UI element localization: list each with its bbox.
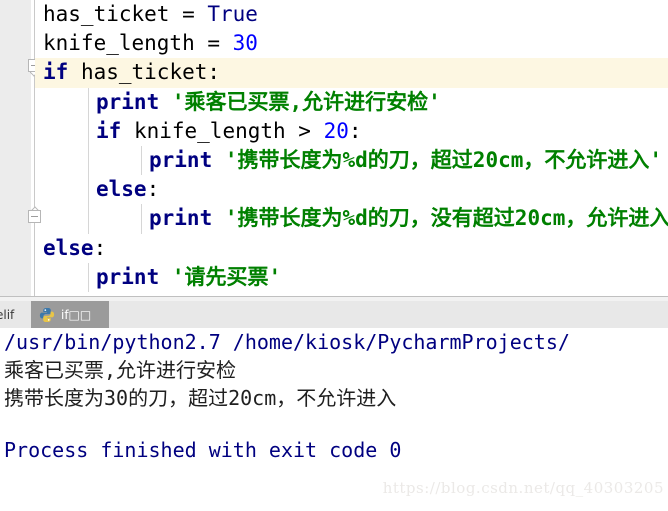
- run-console-panel[interactable]: /usr/bin/python2.7 /home/kiosk/PycharmPr…: [0, 328, 668, 511]
- code-token-kw: if: [43, 60, 69, 85]
- code-token-plain: :: [146, 177, 160, 202]
- code-line-text: else:: [43, 234, 106, 263]
- editor-gutter[interactable]: [0, 0, 31, 296]
- code-line[interactable]: else:: [35, 175, 668, 204]
- code-token-str: '携带长度为%d的刀，没有超过20cm，允许进入': [224, 206, 668, 231]
- code-line[interactable]: has_ticket = True: [35, 0, 668, 29]
- console-command-line: /usr/bin/python2.7 /home/kiosk/PycharmPr…: [4, 330, 570, 354]
- code-token-kw: else: [96, 177, 147, 202]
- code-token-str: '乘客已买票,允许进行安检': [171, 89, 441, 114]
- code-line-text: if knife_length > 20:: [96, 117, 362, 146]
- code-line[interactable]: if has_ticket:: [35, 58, 668, 88]
- console-output-line-2: 携带长度为30的刀，超过20cm，不允许进入: [4, 386, 397, 410]
- indent-guide: [141, 146, 142, 176]
- code-token-num: 20: [323, 118, 349, 143]
- tool-window-tab-bar[interactable]: elif if□□: [0, 296, 668, 329]
- code-token-bool: True: [207, 2, 258, 26]
- code-line-text: has_ticket = True: [43, 0, 258, 29]
- watermark-text: https://blog.csdn.net/qq_40303205: [382, 479, 664, 497]
- code-lines[interactable]: has_ticket = True knife_length = 30 if has…: [35, 0, 668, 296]
- code-line[interactable]: print '携带长度为%d的刀，没有超过20cm，允许进入': [35, 204, 668, 233]
- indent-guide: [88, 262, 89, 292]
- code-token-plain: knife_length >: [121, 118, 324, 143]
- code-line[interactable]: knife_length = 30: [35, 29, 668, 58]
- code-token-plain: has_ticket =: [43, 2, 208, 26]
- tab-elif-label: elif: [0, 308, 15, 322]
- code-line-text: print '请先买票': [96, 263, 281, 292]
- code-token-kw: else: [43, 235, 94, 260]
- code-token-num: 30: [232, 31, 258, 56]
- console-output-line-1: 乘客已买票,允许进行安检: [4, 358, 237, 382]
- code-line[interactable]: print '乘客已买票,允许进行安检': [35, 88, 668, 117]
- code-token-str: '请先买票': [171, 264, 282, 289]
- code-token-kw: if: [96, 118, 122, 143]
- code-line[interactable]: if knife_length > 20:: [35, 117, 668, 146]
- code-token-plain: knife_length =: [43, 31, 233, 56]
- code-line-text: print '乘客已买票,允许进行安检': [96, 88, 441, 117]
- tab-if-label: if□□: [61, 308, 92, 322]
- code-token-kw: print: [149, 147, 213, 172]
- code-line-text: knife_length = 30: [43, 29, 258, 58]
- code-token-kw: print: [149, 206, 213, 231]
- code-line[interactable]: print '携带长度为%d的刀，超过20cm，不允许进入': [35, 146, 668, 175]
- tab-elif[interactable]: elif: [0, 301, 24, 329]
- code-line-text: print '携带长度为%d的刀，没有超过20cm，允许进入': [149, 204, 668, 233]
- code-token-plain: :: [93, 235, 107, 260]
- indent-guide: [141, 204, 142, 234]
- code-line-text: else:: [96, 175, 159, 204]
- python-icon: [39, 308, 55, 322]
- code-token-str: '携带长度为%d的刀，超过20cm，不允许进入': [224, 147, 663, 172]
- indent-guide: [88, 87, 89, 234]
- code-line-text: print '携带长度为%d的刀，超过20cm，不允许进入': [149, 146, 662, 175]
- code-line[interactable]: else:: [35, 234, 668, 263]
- tab-if[interactable]: if□□: [31, 301, 110, 329]
- console-exit-line: Process finished with exit code 0: [4, 438, 402, 462]
- code-line-text: if has_ticket:: [43, 58, 220, 87]
- code-token-plain: :: [348, 118, 362, 143]
- code-token-plain: has_ticket:: [68, 60, 221, 85]
- code-token-kw: print: [96, 264, 160, 289]
- code-editor[interactable]: has_ticket = True knife_length = 30 if has…: [0, 0, 668, 296]
- code-line[interactable]: print '请先买票': [35, 263, 668, 292]
- code-token-kw: print: [96, 89, 160, 114]
